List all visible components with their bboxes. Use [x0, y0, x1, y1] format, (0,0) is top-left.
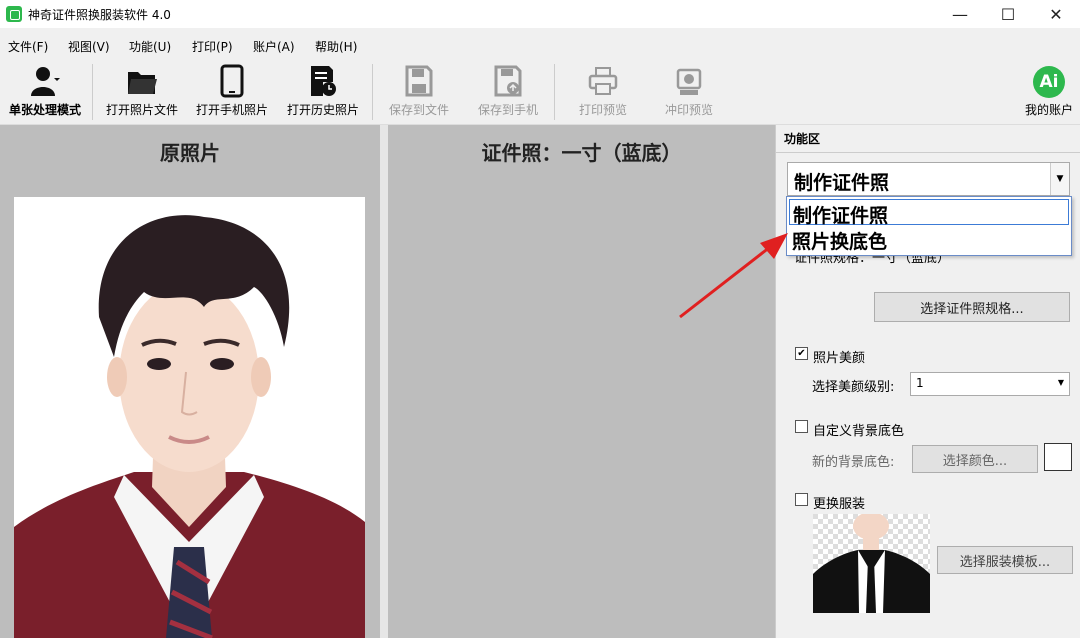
- custom-bg-label: 自定义背景底色: [813, 424, 905, 439]
- toolbar-separator: [92, 64, 93, 120]
- beauty-level-select[interactable]: 1 ▼: [910, 372, 1070, 396]
- dropdown-option-change-background[interactable]: 照片换底色: [789, 226, 1069, 253]
- choose-outfit-button[interactable]: 选择服装模板...: [937, 546, 1073, 574]
- user-icon: [31, 67, 60, 96]
- dropdown-option-label: 制作证件照: [793, 205, 889, 227]
- printer-icon: [588, 67, 618, 95]
- portrait-image: [14, 197, 365, 638]
- my-account-button[interactable]: Ai 我的账户: [1018, 58, 1080, 124]
- window-title: 神奇证件照换服装软件 4.0: [28, 8, 171, 22]
- toolbar: 单张处理模式 打开照片文件 打开手机照片 打开历史照片 保存到文件 保存到手机: [0, 58, 1080, 125]
- my-account-label: 我的账户: [1024, 103, 1073, 117]
- mode-select-value: 制作证件照: [794, 172, 890, 194]
- maximize-button[interactable]: ☐: [984, 0, 1032, 28]
- original-photo[interactable]: [14, 197, 365, 638]
- menu-help[interactable]: 帮助(H): [315, 38, 357, 55]
- menu-function[interactable]: 功能(U): [129, 38, 171, 55]
- choose-color-button[interactable]: 选择颜色...: [912, 445, 1038, 473]
- original-photo-title: 原照片: [160, 141, 220, 165]
- save-phone-button[interactable]: 保存到手机: [467, 58, 549, 124]
- open-history-label: 打开历史照片: [286, 103, 359, 117]
- open-phone-button[interactable]: 打开手机照片: [189, 58, 275, 124]
- beauty-level-label: 选择美颜级别:: [812, 380, 895, 395]
- print-preview-button[interactable]: 打印预览: [562, 58, 644, 124]
- save-icon: [405, 65, 433, 97]
- toolbar-separator: [372, 64, 373, 120]
- open-phone-label: 打开手机照片: [195, 103, 268, 117]
- menu-file[interactable]: 文件(F): [8, 38, 48, 55]
- beauty-label: 照片美颜: [813, 351, 866, 366]
- section-divider: [776, 152, 1080, 153]
- ai-account-icon: Ai: [1033, 66, 1065, 98]
- title-bar: 神奇证件照换服装软件 4.0 — ☐ ✕: [0, 0, 1080, 28]
- menu-view[interactable]: 视图(V): [68, 38, 110, 55]
- save-file-label: 保存到文件: [388, 103, 449, 117]
- color-swatch[interactable]: [1044, 443, 1072, 471]
- phone-icon: [220, 64, 244, 98]
- close-button[interactable]: ✕: [1032, 0, 1080, 28]
- minimize-button[interactable]: —: [936, 0, 984, 28]
- save-phone-label: 保存到手机: [477, 103, 538, 117]
- beauty-level-value: 1: [916, 376, 924, 390]
- outfit-preview-image: [813, 514, 930, 613]
- outfit-thumbnail[interactable]: [813, 514, 930, 613]
- panel-splitter[interactable]: [380, 125, 388, 638]
- folder-icon: [128, 72, 157, 94]
- app-icon: [6, 6, 22, 22]
- save-to-phone-icon: [494, 65, 522, 97]
- dropdown-option-make-id-photo[interactable]: 制作证件照: [789, 199, 1069, 227]
- toolbar-separator: [554, 64, 555, 120]
- open-photo-label: 打开照片文件: [105, 103, 178, 117]
- open-photo-button[interactable]: 打开照片文件: [99, 58, 185, 124]
- change-outfit-label: 更换服装: [813, 497, 866, 512]
- photo-develop-icon: [676, 68, 702, 95]
- red-arrow-annotation: [679, 233, 788, 319]
- mode-dropdown-list: 制作证件照 照片换底色: [786, 196, 1072, 256]
- mode-select[interactable]: 制作证件照 ▼: [787, 162, 1070, 196]
- choose-spec-button[interactable]: 选择证件照规格...: [874, 292, 1070, 322]
- single-mode-label: 单张处理模式: [8, 103, 81, 117]
- change-outfit-checkbox[interactable]: [795, 493, 808, 506]
- develop-preview-button[interactable]: 冲印预览: [648, 58, 730, 124]
- menu-bar: 文件(F) 视图(V) 功能(U) 打印(P) 账户(A) 帮助(H): [0, 34, 1080, 56]
- chevron-down-icon: ▼: [1057, 378, 1064, 387]
- menu-print[interactable]: 打印(P): [192, 38, 233, 55]
- new-bg-label: 新的背景底色:: [812, 455, 895, 470]
- function-panel: 功能区 制作证件照 ▼ 证件照规格：一寸（蓝底） 选择证件照规格... 制作证件…: [775, 125, 1080, 638]
- menu-account[interactable]: 账户(A): [253, 38, 295, 55]
- chevron-down-icon[interactable]: ▼: [1050, 163, 1069, 195]
- open-history-button[interactable]: 打开历史照片: [280, 58, 366, 124]
- beauty-checkbox[interactable]: ✔: [795, 347, 808, 360]
- dropdown-option-label: 照片换底色: [792, 231, 888, 253]
- id-photo-panel: 证件照：一寸（蓝底）: [388, 125, 775, 638]
- print-preview-label: 打印预览: [578, 103, 627, 117]
- id-photo-title: 证件照：一寸（蓝底）: [481, 141, 682, 165]
- develop-preview-label: 冲印预览: [664, 103, 713, 117]
- function-section-title: 功能区: [784, 132, 821, 146]
- save-file-button[interactable]: 保存到文件: [378, 58, 460, 124]
- single-mode-button[interactable]: 单张处理模式: [2, 58, 88, 124]
- history-icon: [311, 66, 336, 96]
- custom-bg-checkbox[interactable]: [795, 420, 808, 433]
